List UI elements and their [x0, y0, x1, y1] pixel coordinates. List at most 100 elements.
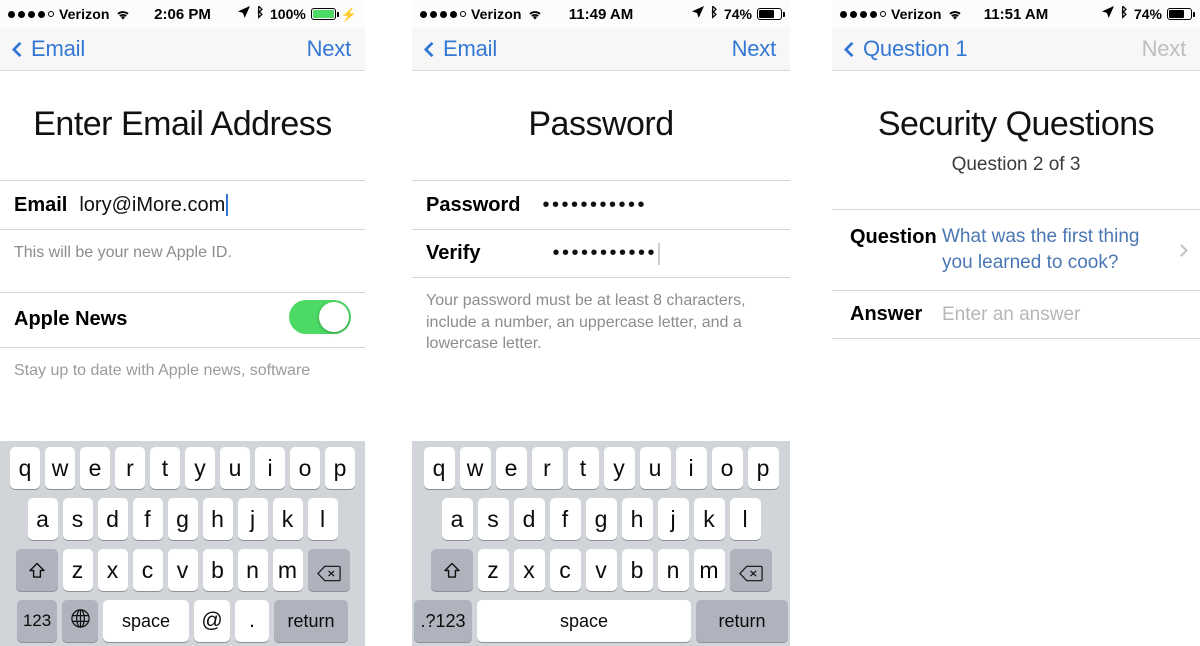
carrier-label: Verizon — [59, 6, 110, 22]
key-m[interactable]: m — [693, 549, 725, 591]
period-key[interactable]: . — [235, 600, 269, 642]
next-button[interactable]: Next — [732, 36, 777, 62]
key-d[interactable]: d — [513, 498, 545, 540]
email-footnote: This will be your new Apple ID. — [14, 244, 232, 261]
key-m[interactable]: m — [272, 549, 303, 591]
keyboard-row-2: a s d f g h j k l — [414, 498, 788, 540]
key-p[interactable]: p — [747, 447, 779, 489]
back-button[interactable]: Question 1 — [843, 36, 968, 62]
key-w[interactable]: w — [45, 447, 75, 489]
key-u[interactable]: u — [639, 447, 671, 489]
key-w[interactable]: w — [459, 447, 491, 489]
key-y[interactable]: y — [185, 447, 215, 489]
key-r[interactable]: r — [115, 447, 145, 489]
key-v[interactable]: v — [585, 549, 617, 591]
next-button[interactable]: Next — [1142, 36, 1187, 62]
shift-up-arrow-icon — [442, 560, 462, 580]
key-n[interactable]: n — [657, 549, 689, 591]
password-input[interactable]: ••••••••••• — [542, 194, 647, 217]
apple-news-toggle[interactable] — [289, 300, 351, 339]
numeric-key[interactable]: 123 — [17, 600, 57, 642]
key-z[interactable]: z — [62, 549, 93, 591]
key-q[interactable]: q — [423, 447, 455, 489]
key-c[interactable]: c — [132, 549, 163, 591]
apple-news-row[interactable]: Apple News — [0, 293, 365, 347]
key-r[interactable]: r — [531, 447, 563, 489]
shift-key[interactable] — [430, 549, 473, 591]
key-e[interactable]: e — [80, 447, 110, 489]
key-a[interactable]: a — [441, 498, 473, 540]
key-i[interactable]: i — [675, 447, 707, 489]
back-button[interactable]: Email — [11, 36, 85, 62]
back-button[interactable]: Email — [423, 36, 497, 62]
key-a[interactable]: a — [27, 498, 58, 540]
answer-row[interactable]: Answer Enter an answer — [832, 290, 1200, 338]
password-field-row[interactable]: Password ••••••••••• — [412, 181, 790, 229]
key-n[interactable]: n — [237, 549, 268, 591]
key-l[interactable]: l — [307, 498, 338, 540]
key-j[interactable]: j — [237, 498, 268, 540]
key-b[interactable]: b — [621, 549, 653, 591]
globe-language-key[interactable] — [62, 600, 98, 642]
email-input[interactable]: lory@iMore.com — [79, 194, 225, 217]
location-arrow-icon — [237, 5, 251, 23]
key-q[interactable]: q — [10, 447, 40, 489]
key-x[interactable]: x — [97, 549, 128, 591]
key-z[interactable]: z — [477, 549, 509, 591]
status-bar-left: Verizon — [8, 6, 131, 22]
return-key[interactable]: return — [274, 600, 348, 642]
on-screen-keyboard[interactable]: q w e r t y u i o p a s d f g h j k l z … — [0, 441, 365, 646]
key-o[interactable]: o — [290, 447, 320, 489]
battery-percent-label: 74% — [1133, 6, 1162, 22]
password-requirements-footnote: Your password must be at least 8 charact… — [426, 292, 746, 353]
key-b[interactable]: b — [202, 549, 233, 591]
shift-key[interactable] — [15, 549, 58, 591]
email-field-row[interactable]: Email lory@iMore.com — [0, 181, 365, 229]
status-bar-left: Verizon — [840, 6, 963, 22]
key-x[interactable]: x — [513, 549, 545, 591]
delete-key[interactable] — [307, 549, 350, 591]
key-p[interactable]: p — [325, 447, 355, 489]
key-f[interactable]: f — [132, 498, 163, 540]
space-key[interactable]: space — [103, 600, 189, 642]
space-key[interactable]: space — [477, 600, 691, 642]
key-o[interactable]: o — [711, 447, 743, 489]
key-t[interactable]: t — [567, 447, 599, 489]
key-k[interactable]: k — [272, 498, 303, 540]
key-i[interactable]: i — [255, 447, 285, 489]
delete-key[interactable] — [729, 549, 772, 591]
verify-input[interactable]: ••••••••••• — [552, 242, 657, 265]
numeric-key[interactable]: .?123 — [414, 600, 472, 642]
key-v[interactable]: v — [167, 549, 198, 591]
question-row[interactable]: Question What was the first thing you le… — [832, 210, 1200, 290]
key-s[interactable]: s — [477, 498, 509, 540]
key-h[interactable]: h — [621, 498, 653, 540]
signal-strength-dots-icon — [840, 10, 886, 18]
location-arrow-icon — [1101, 5, 1115, 23]
on-screen-keyboard[interactable]: q w e r t y u i o p a s d f g h j k l z … — [412, 441, 790, 646]
key-c[interactable]: c — [549, 549, 581, 591]
key-u[interactable]: u — [220, 447, 250, 489]
question-value[interactable]: What was the first thing you learned to … — [942, 224, 1169, 276]
answer-input[interactable]: Enter an answer — [942, 304, 1080, 326]
key-j[interactable]: j — [657, 498, 689, 540]
security-question-group: Question What was the first thing you le… — [832, 209, 1200, 340]
key-l[interactable]: l — [729, 498, 761, 540]
text-cursor — [226, 194, 229, 216]
key-e[interactable]: e — [495, 447, 527, 489]
key-y[interactable]: y — [603, 447, 635, 489]
verify-field-row[interactable]: Verify ••••••••••• — [412, 229, 790, 277]
key-t[interactable]: t — [150, 447, 180, 489]
key-g[interactable]: g — [167, 498, 198, 540]
at-key[interactable]: @ — [194, 600, 230, 642]
key-f[interactable]: f — [549, 498, 581, 540]
key-h[interactable]: h — [202, 498, 233, 540]
next-button[interactable]: Next — [307, 36, 352, 62]
key-s[interactable]: s — [62, 498, 93, 540]
bluetooth-icon — [710, 5, 719, 23]
status-bar-right: 74% — [691, 5, 785, 23]
return-key[interactable]: return — [696, 600, 788, 642]
key-k[interactable]: k — [693, 498, 725, 540]
key-g[interactable]: g — [585, 498, 617, 540]
key-d[interactable]: d — [97, 498, 128, 540]
